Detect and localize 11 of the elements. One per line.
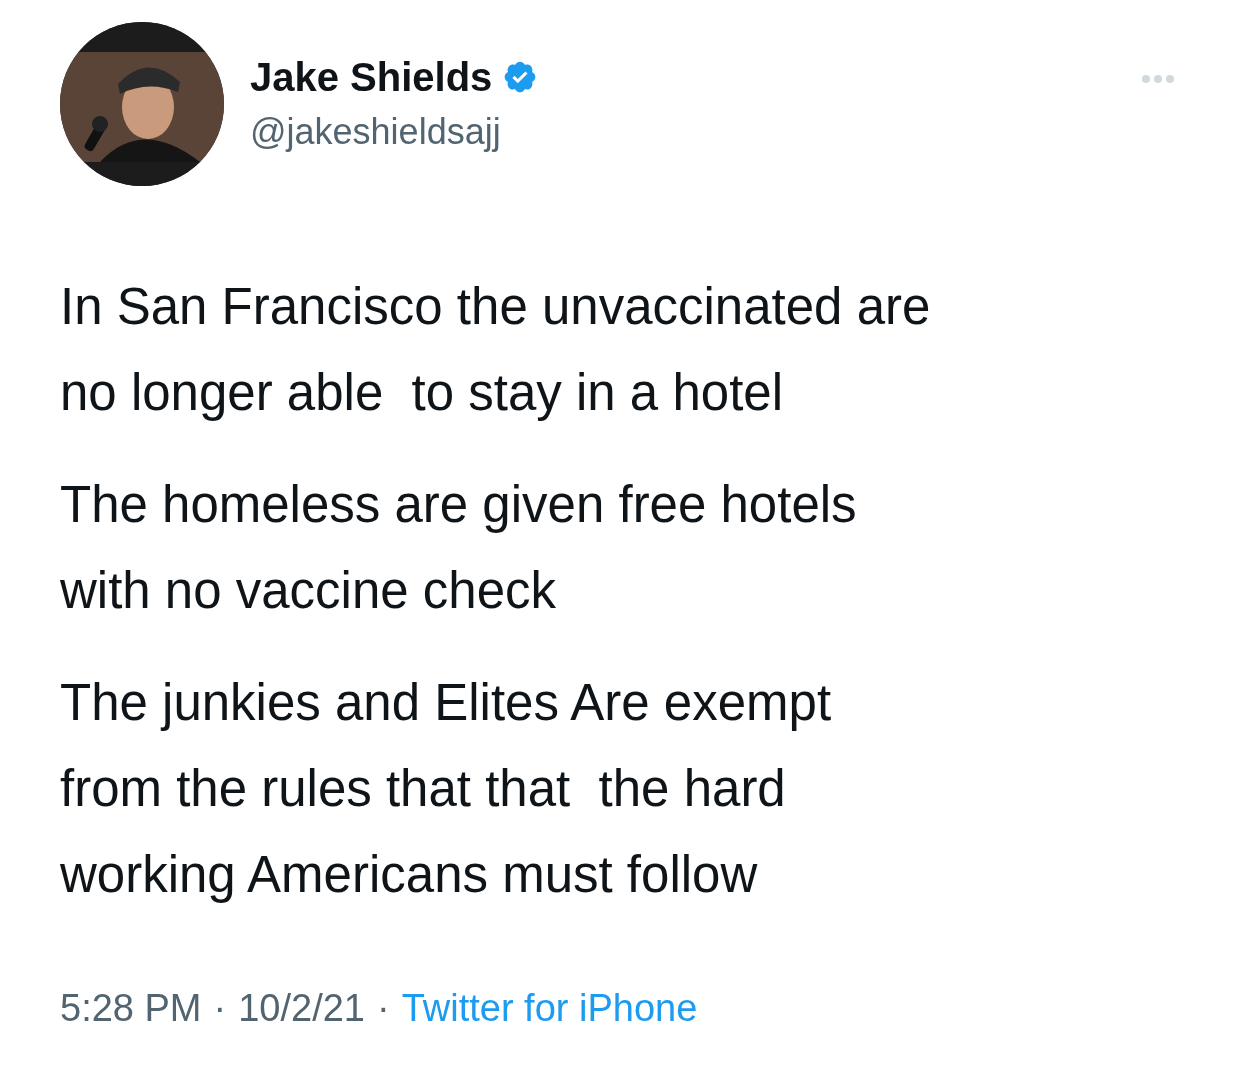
tweet-paragraph: The junkies and Elites Are exempt from the rules that that the hard working Americans must follow (60, 673, 833, 905)
separator: · (377, 986, 390, 1031)
more-options-icon[interactable] (1142, 74, 1174, 84)
tweet-time: 5:28 PM (60, 986, 202, 1031)
tweet-paragraph: The homeless are given free hotels with no vaccine check (60, 475, 858, 621)
author-handle: @jakeshieldsajj (250, 110, 502, 154)
tweet-date: 10/2/21 (238, 986, 365, 1031)
separator: · (213, 986, 227, 1031)
source-link[interactable]: Twitter for iPhone (401, 980, 698, 1037)
author-name: Jake Shields (250, 54, 493, 101)
tweet-paragraph: In San Francisco the unvaccinated are no longer able to stay in a hotel (60, 277, 932, 423)
